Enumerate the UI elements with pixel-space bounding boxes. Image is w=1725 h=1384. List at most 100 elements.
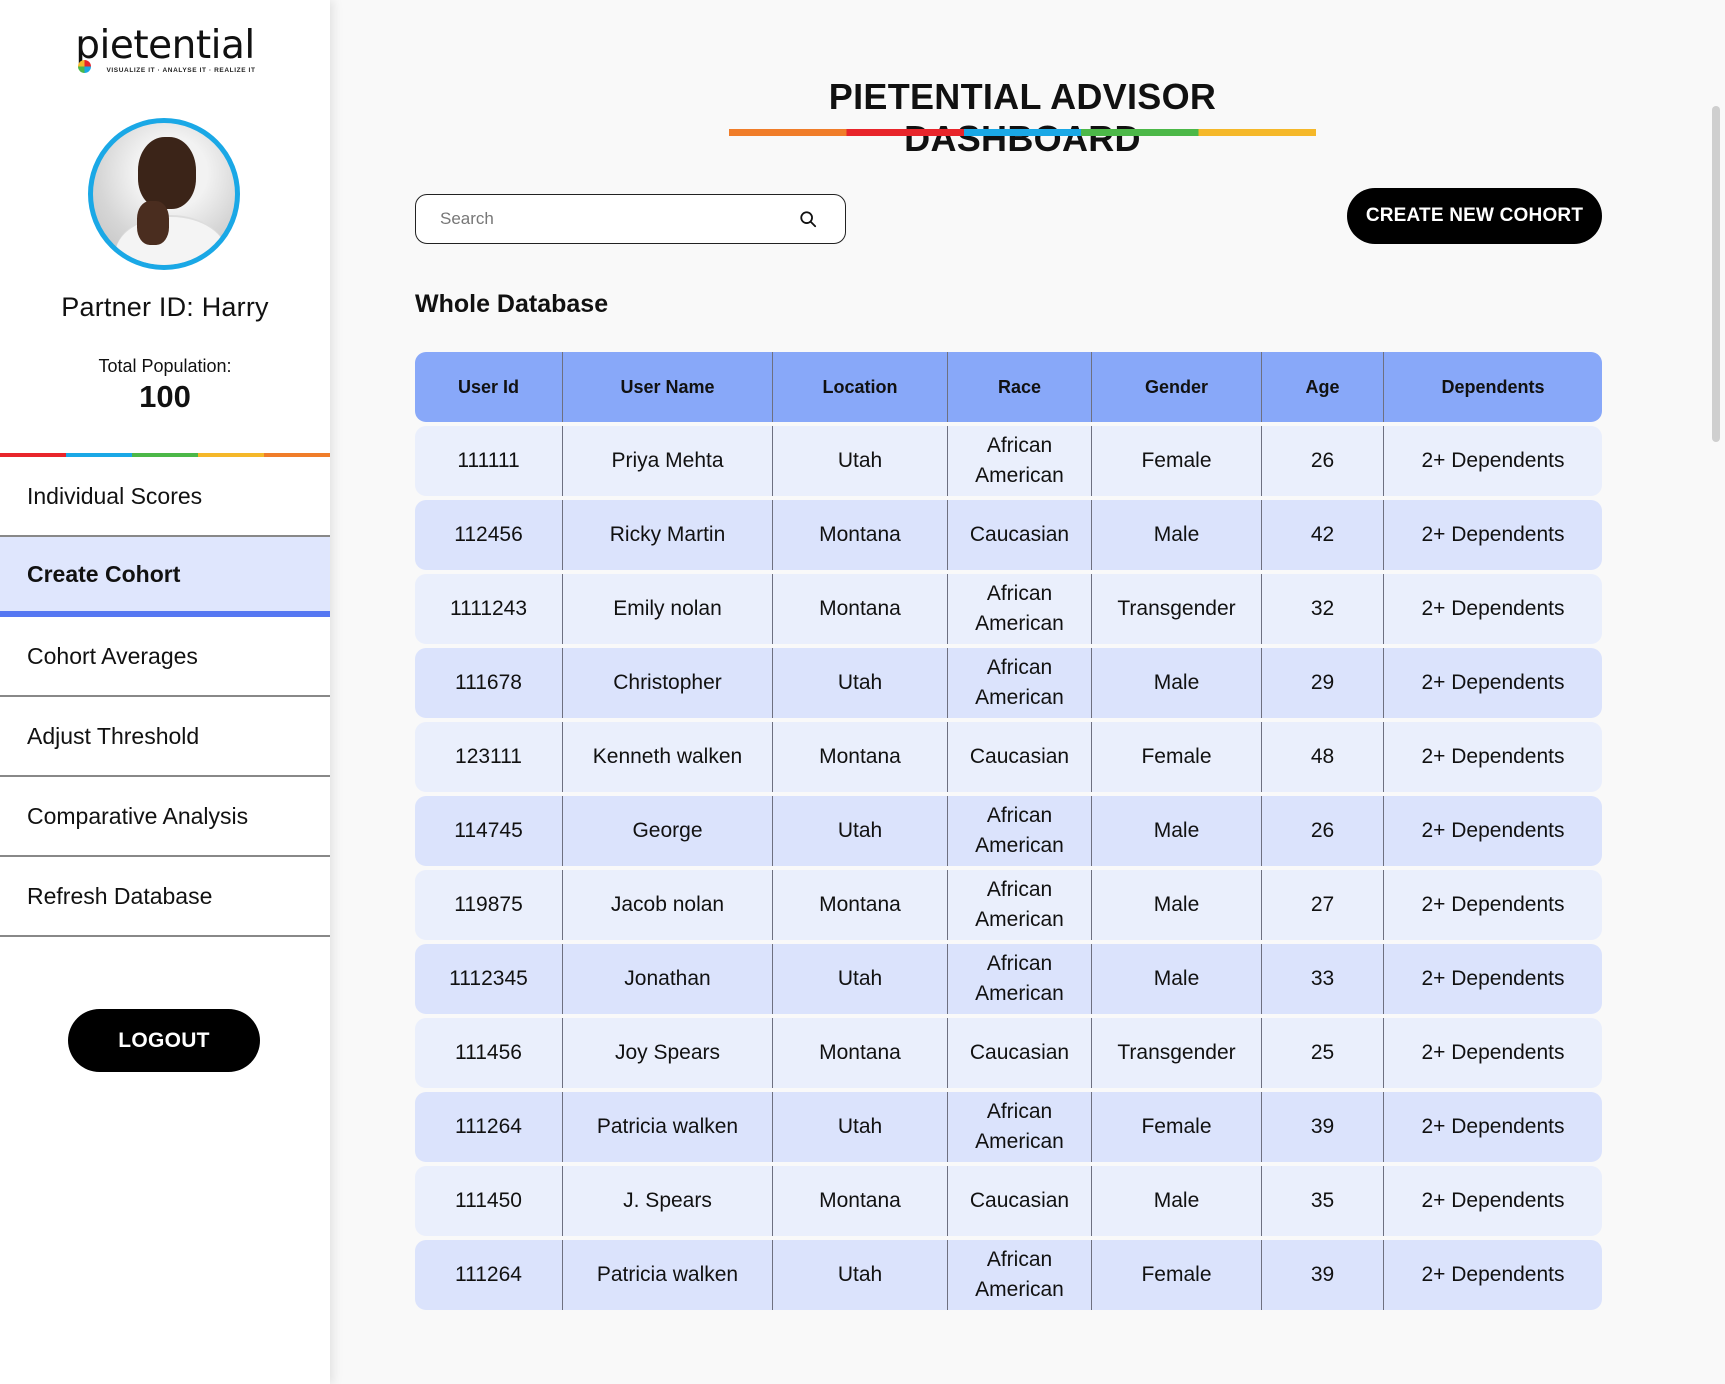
location-cell: Montana — [773, 1166, 948, 1236]
user-id-cell: 1111243 — [415, 574, 563, 644]
sidebar-item-comparative-analysis[interactable]: Comparative Analysis — [0, 777, 330, 857]
table-row[interactable]: 1111243 Emily nolan Montana African America… — [415, 574, 1602, 644]
age-cell: 25 — [1262, 1018, 1384, 1088]
user-id-cell: 111456 — [415, 1018, 563, 1088]
column-header-race[interactable]: Race — [948, 352, 1092, 422]
race-cell: African American — [948, 574, 1092, 644]
column-header-age[interactable]: Age — [1262, 352, 1384, 422]
location-cell: Utah — [773, 426, 948, 496]
sidebar-item-individual-scores[interactable]: Individual Scores — [0, 457, 330, 537]
user-id-cell: 111678 — [415, 648, 563, 718]
user-id-cell: 111111 — [415, 426, 563, 496]
dependents-cell: 2+ Dependents — [1421, 967, 1565, 990]
age-cell: 29 — [1262, 648, 1384, 718]
user-id-cell: 114745 — [415, 796, 563, 866]
table-row[interactable]: 111264 Patricia walken Utah African America… — [415, 1240, 1602, 1310]
gender-cell: Male — [1092, 944, 1262, 1014]
sidebar-nav: Individual Scores Create Cohort Cohort A… — [0, 457, 330, 937]
create-new-cohort-button[interactable]: CREATE NEW COHORT — [1347, 188, 1602, 244]
page-title: PIETENTIAL ADVISOR DASHBOARD — [828, 76, 1217, 159]
sidebar-item-create-cohort[interactable]: Create Cohort — [0, 537, 330, 617]
location-cell: Utah — [773, 1240, 948, 1310]
user-name-cell: J. Spears — [563, 1166, 773, 1236]
user-name-cell: Kenneth walken — [563, 722, 773, 792]
location-cell: Utah — [773, 648, 948, 718]
population-value: 100 — [139, 379, 191, 414]
location-cell: Montana — [773, 722, 948, 792]
location-cell: Utah — [773, 796, 948, 866]
gender-cell: Female — [1092, 722, 1262, 792]
age-cell: 27 — [1262, 870, 1384, 940]
table-row[interactable]: 114745 George Utah African American Male 26 2+… — [415, 796, 1602, 866]
dependents-cell: 2+ Dependents — [1421, 1115, 1565, 1138]
table-row[interactable]: 111264 Patricia walken Utah African America… — [415, 1092, 1602, 1162]
user-id-cell: 111450 — [415, 1166, 563, 1236]
dependents-cell: 2+ Dependents — [1421, 819, 1565, 842]
table-body: 111111 Priya Mehta Utah African American Fem… — [415, 426, 1602, 1310]
user-id-cell: 119875 — [415, 870, 563, 940]
location-cell: Utah — [773, 944, 948, 1014]
avatar — [88, 118, 240, 270]
race-cell: African American — [948, 1092, 1092, 1162]
dependents-cell: 2+ Dependents — [1421, 1041, 1565, 1064]
population-label: Total Population: — [98, 356, 232, 376]
partner-id: Partner ID: Harry — [61, 292, 269, 322]
user-id-cell: 111264 — [415, 1092, 563, 1162]
database-table: User Id User Name Location Race Gender A… — [415, 352, 1602, 1314]
gender-cell: Male — [1092, 648, 1262, 718]
location-cell: Montana — [773, 574, 948, 644]
scrollbar[interactable] — [1712, 106, 1720, 442]
section-title: Whole Database — [415, 290, 609, 318]
race-cell: African American — [948, 426, 1092, 496]
gender-cell: Transgender — [1092, 1018, 1262, 1088]
user-id-cell: 1112345 — [415, 944, 563, 1014]
dependents-cell: 2+ Dependents — [1421, 893, 1565, 916]
sidebar-item-refresh-database[interactable]: Refresh Database — [0, 857, 330, 937]
dependents-cell: 2+ Dependents — [1421, 597, 1565, 620]
search-box[interactable] — [415, 194, 846, 244]
logout-button[interactable]: LOGOUT — [68, 1009, 260, 1072]
column-header-user-id[interactable]: User Id — [415, 352, 563, 422]
column-header-gender[interactable]: Gender — [1092, 352, 1262, 422]
age-cell: 33 — [1262, 944, 1384, 1014]
user-name-cell: Patricia walken — [563, 1240, 773, 1310]
race-cell: Caucasian — [948, 500, 1092, 570]
gender-cell: Transgender — [1092, 574, 1262, 644]
age-cell: 35 — [1262, 1166, 1384, 1236]
brand-logo[interactable]: pietential VISUALIZE IT · ANALYSE IT · R… — [0, 23, 330, 75]
gender-cell: Male — [1092, 1166, 1262, 1236]
table-row[interactable]: 119875 Jacob nolan Montana African American… — [415, 870, 1602, 940]
table-row[interactable]: 111111 Priya Mehta Utah African American Fem… — [415, 426, 1602, 496]
column-header-dependents[interactable]: Dependents — [1384, 352, 1602, 422]
sidebar: pietential VISUALIZE IT · ANALYSE IT · R… — [0, 0, 330, 1384]
user-name-cell: Ricky Martin — [563, 500, 773, 570]
sidebar-item-cohort-averages[interactable]: Cohort Averages — [0, 617, 330, 697]
dependents-cell: 2+ Dependents — [1421, 745, 1565, 768]
user-name-cell: Patricia walken — [563, 1092, 773, 1162]
user-name-cell: Joy Spears — [563, 1018, 773, 1088]
table-row[interactable]: 111450 J. Spears Montana Caucasian Male 35 2+ … — [415, 1166, 1602, 1236]
table-row[interactable]: 111456 Joy Spears Montana Caucasian Transgen… — [415, 1018, 1602, 1088]
table-row[interactable]: 112456 Ricky Martin Montana Caucasian Male 42… — [415, 500, 1602, 570]
race-cell: African American — [948, 944, 1092, 1014]
table-row[interactable]: 1112345 Jonathan Utah African American Male 3… — [415, 944, 1602, 1014]
race-cell: African American — [948, 796, 1092, 866]
location-cell: Montana — [773, 870, 948, 940]
title-underline — [729, 129, 1316, 136]
user-name-cell: Christopher — [563, 648, 773, 718]
search-input[interactable] — [440, 209, 780, 229]
table-row[interactable]: 111678 Christopher Utah African American Mal… — [415, 648, 1602, 718]
race-cell: Caucasian — [948, 722, 1092, 792]
logo-text: pietential — [75, 23, 255, 68]
column-header-user-name[interactable]: User Name — [563, 352, 773, 422]
age-cell: 48 — [1262, 722, 1384, 792]
gender-cell: Male — [1092, 500, 1262, 570]
logo-tagline: VISUALIZE IT · ANALYSE IT · REALIZE IT — [106, 67, 256, 74]
location-cell: Montana — [773, 1018, 948, 1088]
dependents-cell: 2+ Dependents — [1421, 523, 1565, 546]
search-icon[interactable] — [799, 210, 817, 228]
sidebar-item-adjust-threshold[interactable]: Adjust Threshold — [0, 697, 330, 777]
table-row[interactable]: 123111 Kenneth walken Montana Caucasian Fema… — [415, 722, 1602, 792]
column-header-location[interactable]: Location — [773, 352, 948, 422]
table-header: User Id User Name Location Race Gender A… — [415, 352, 1602, 422]
